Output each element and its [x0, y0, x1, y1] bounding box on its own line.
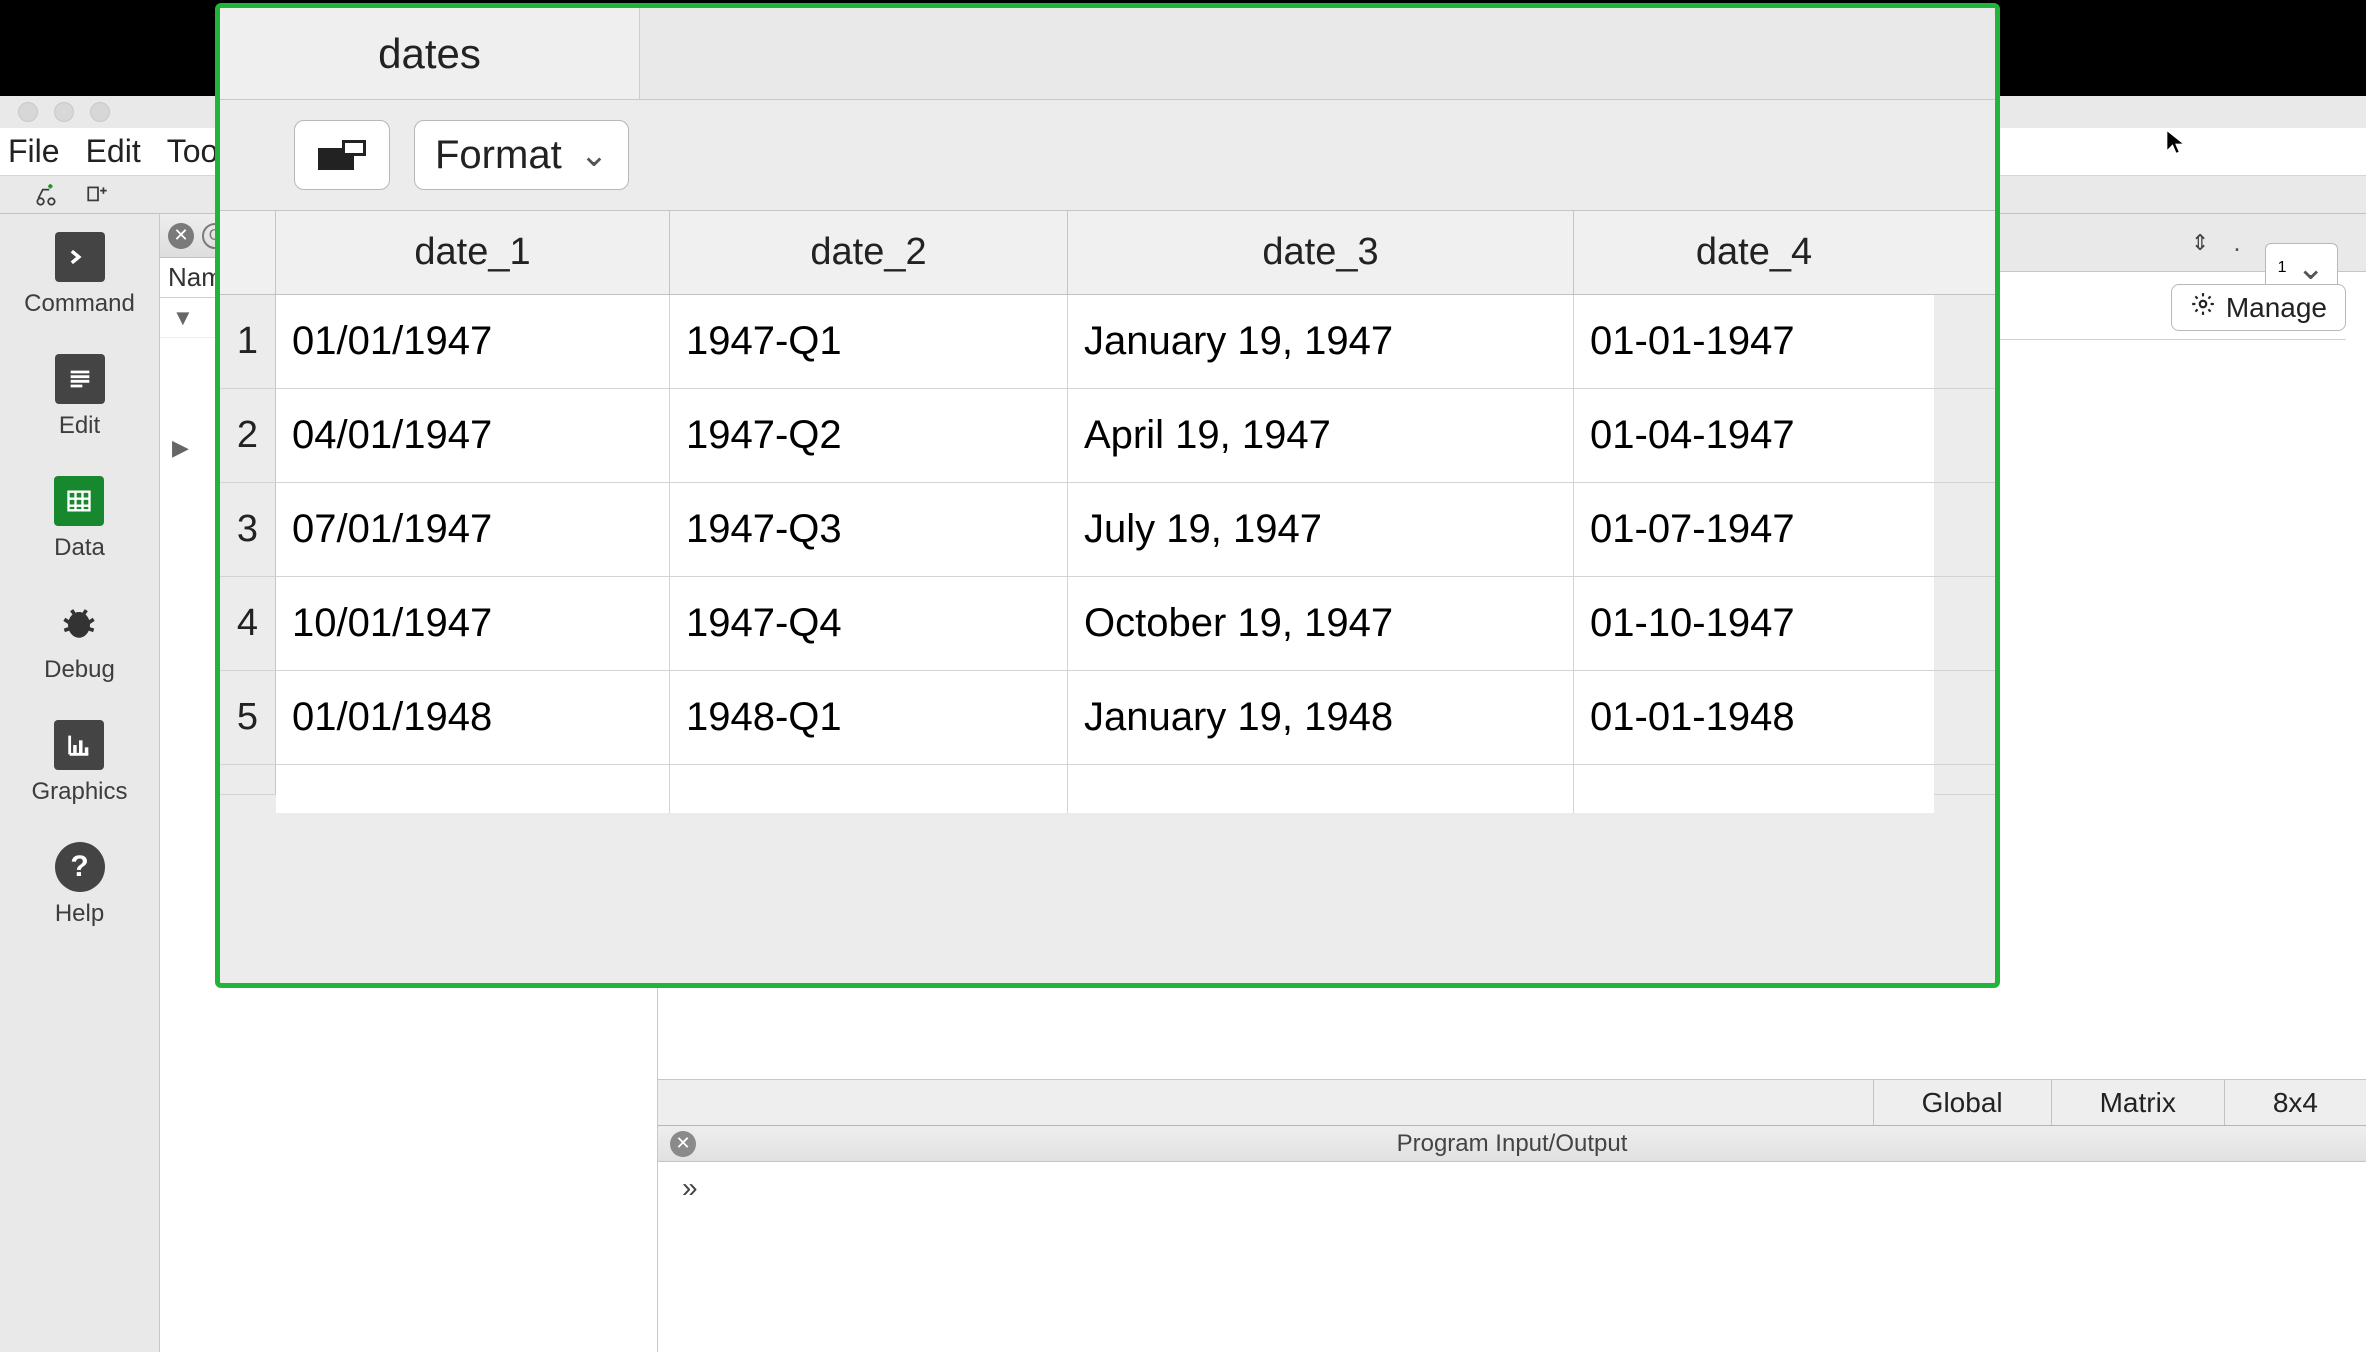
viewer-tabs: dates — [220, 8, 1995, 100]
cell[interactable]: 01-01-1948 — [1574, 671, 1934, 764]
row-number: 1 — [220, 295, 276, 388]
menu-edit[interactable]: Edit — [86, 133, 141, 170]
mouse-cursor-icon — [2164, 128, 2188, 166]
nav-debug[interactable]: Debug — [44, 598, 115, 684]
status-bar: Global Matrix 8x4 — [658, 1079, 2366, 1125]
cell[interactable]: 10/01/1947 — [276, 577, 670, 670]
col-header-4[interactable]: date_4 — [1574, 211, 1934, 294]
close-icon[interactable]: ✕ — [670, 1131, 696, 1157]
cell[interactable]: 01-07-1947 — [1574, 483, 1934, 576]
table-row[interactable]: 4 10/01/1947 1947-Q4 October 19, 1947 01… — [220, 577, 1995, 671]
manage-label: Manage — [2226, 292, 2327, 324]
viewer-layout-button[interactable] — [294, 120, 390, 190]
nav-data-label: Data — [54, 534, 105, 562]
nav-help-label: Help — [55, 900, 104, 928]
row-number: 5 — [220, 671, 276, 764]
nav-data[interactable]: Data — [54, 476, 105, 562]
edit-icon — [55, 354, 105, 404]
nav-edit[interactable]: Edit — [55, 354, 105, 440]
cell[interactable]: 01-10-1947 — [1574, 577, 1934, 670]
rownum-header — [220, 211, 276, 294]
cell[interactable] — [670, 765, 1068, 813]
row-number: 3 — [220, 483, 276, 576]
nav-command[interactable]: Command — [24, 232, 135, 318]
cell[interactable]: 04/01/1947 — [276, 389, 670, 482]
nav-graphics[interactable]: Graphics — [31, 720, 127, 806]
menu-file[interactable]: File — [8, 133, 60, 170]
table-row[interactable]: 3 07/01/1947 1947-Q3 July 19, 1947 01-07… — [220, 483, 1995, 577]
status-dims: 8x4 — [2224, 1080, 2366, 1125]
nav-help[interactable]: ? Help — [55, 842, 105, 928]
cell[interactable]: 01-01-1947 — [1574, 295, 1934, 388]
sort-stepper-icon[interactable]: ⇕ — [2191, 230, 2209, 256]
cell[interactable]: January 19, 1948 — [1068, 671, 1574, 764]
cell[interactable]: 1947-Q2 — [670, 389, 1068, 482]
data-grid: date_1 date_2 date_3 date_4 1 01/01/1947… — [220, 210, 1995, 983]
toolbar-dot: . — [2233, 227, 2240, 258]
table-row[interactable] — [220, 765, 1995, 795]
layout-icon — [318, 140, 366, 170]
grid-header: date_1 date_2 date_3 date_4 — [220, 211, 1995, 295]
cell[interactable]: 01/01/1948 — [276, 671, 670, 764]
cell[interactable]: 1947-Q4 — [670, 577, 1068, 670]
chevron-down-icon: ⌄ — [580, 135, 609, 175]
toolbar-icon-2[interactable] — [84, 181, 112, 209]
cell[interactable]: 07/01/1947 — [276, 483, 670, 576]
data-viewer: dates Format ⌄ date_1 date_2 date_3 date… — [215, 3, 2000, 988]
cell[interactable]: 1947-Q1 — [670, 295, 1068, 388]
viewer-toolbar: Format ⌄ — [220, 100, 1995, 210]
io-panel: ✕ Program Input/Output » — [658, 1125, 2366, 1352]
manage-button[interactable]: Manage — [2171, 284, 2346, 331]
chevron-right-icon[interactable]: ▶ — [172, 435, 189, 461]
io-body[interactable]: » — [658, 1162, 2366, 1352]
chart-icon — [54, 720, 104, 770]
cell[interactable]: 1948-Q1 — [670, 671, 1068, 764]
cell[interactable] — [276, 765, 670, 813]
table-row[interactable]: 2 04/01/1947 1947-Q2 April 19, 1947 01-0… — [220, 389, 1995, 483]
cell[interactable]: January 19, 1947 — [1068, 295, 1574, 388]
nav-debug-label: Debug — [44, 656, 115, 684]
table-row[interactable]: 5 01/01/1948 1948-Q1 January 19, 1948 01… — [220, 671, 1995, 765]
bug-icon — [54, 598, 104, 648]
grid-body: 1 01/01/1947 1947-Q1 January 19, 1947 01… — [220, 295, 1995, 795]
close-icon[interactable]: ✕ — [168, 223, 194, 249]
io-header: ✕ Program Input/Output — [658, 1126, 2366, 1162]
window-close-dot[interactable] — [18, 102, 38, 122]
toolbar-icon-1[interactable] — [32, 181, 60, 209]
cell[interactable] — [1574, 765, 1934, 813]
window-minimize-dot[interactable] — [54, 102, 74, 122]
viewer-tab-label: dates — [378, 30, 481, 78]
cell[interactable] — [1068, 765, 1574, 813]
io-prompt: » — [682, 1172, 698, 1203]
nav-edit-label: Edit — [59, 412, 100, 440]
terminal-icon — [55, 232, 105, 282]
left-nav: Command Edit Data Debug — [0, 214, 160, 1352]
col-header-2[interactable]: date_2 — [670, 211, 1068, 294]
nav-command-label: Command — [24, 290, 135, 318]
nav-graphics-label: Graphics — [31, 778, 127, 806]
cell[interactable]: 01-04-1947 — [1574, 389, 1934, 482]
cell[interactable]: 01/01/1947 — [276, 295, 670, 388]
table-row[interactable]: 1 01/01/1947 1947-Q1 January 19, 1947 01… — [220, 295, 1995, 389]
status-scope: Global — [1873, 1080, 2051, 1125]
row-number: 4 — [220, 577, 276, 670]
col-header-3[interactable]: date_3 — [1068, 211, 1574, 294]
col-header-1[interactable]: date_1 — [276, 211, 670, 294]
gear-icon — [2190, 291, 2216, 324]
help-icon: ? — [55, 842, 105, 892]
format-label: Format — [435, 133, 562, 178]
data-icon — [54, 476, 104, 526]
cell[interactable]: October 19, 1947 — [1068, 577, 1574, 670]
row-number — [220, 765, 276, 794]
cell[interactable]: July 19, 1947 — [1068, 483, 1574, 576]
format-dropdown[interactable]: Format ⌄ — [414, 120, 629, 190]
window-zoom-dot[interactable] — [90, 102, 110, 122]
cell[interactable]: April 19, 1947 — [1068, 389, 1574, 482]
chevron-down-icon: ▼ — [172, 305, 194, 331]
io-title: Program Input/Output — [1397, 1130, 1628, 1158]
row-number: 2 — [220, 389, 276, 482]
status-type: Matrix — [2051, 1080, 2224, 1125]
cell[interactable]: 1947-Q3 — [670, 483, 1068, 576]
viewer-tab-dates[interactable]: dates — [220, 8, 640, 99]
